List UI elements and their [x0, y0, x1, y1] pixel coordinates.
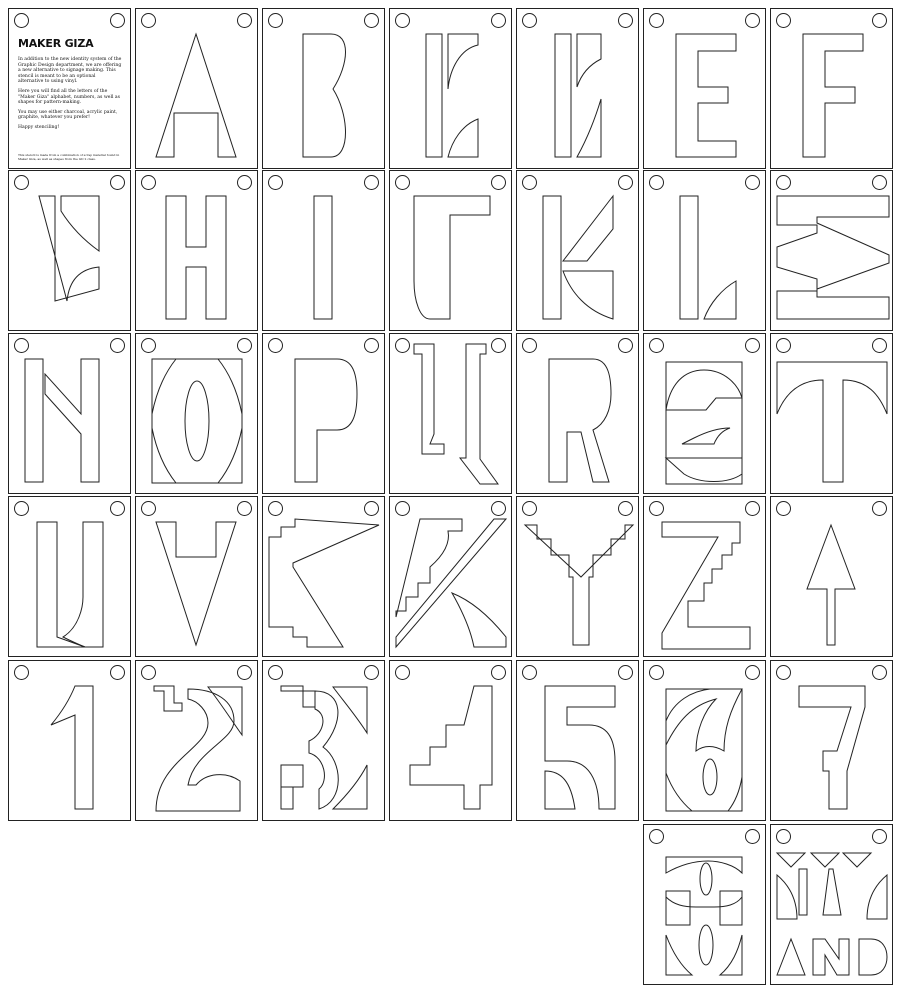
stencil-glyph-2	[153, 685, 243, 812]
stencil-glyph-3	[280, 685, 368, 810]
stencil-card-c	[389, 8, 512, 169]
stencil-card-l	[643, 170, 766, 331]
stencil-glyph-y	[523, 524, 635, 646]
stencil-card-k	[516, 170, 639, 331]
stencil-glyph-5	[544, 685, 616, 810]
stencil-glyph-6	[665, 688, 743, 812]
stencil-glyph-t	[776, 361, 888, 483]
stencil-glyph-v	[155, 521, 237, 647]
stencil-glyph-z	[661, 521, 751, 650]
stencil-card-q	[389, 333, 512, 494]
stencil-card-2	[135, 660, 258, 821]
punch-hole	[14, 13, 29, 28]
stencil-glyph-4	[409, 685, 493, 810]
info-card: MAKER GIZA In addition to the new identi…	[8, 8, 131, 169]
stencil-glyph-f	[802, 33, 864, 158]
stencil-glyph-s	[664, 361, 743, 485]
stencil-card-o	[135, 333, 258, 494]
stencil-glyph-i	[313, 195, 333, 320]
stencil-card-w	[262, 496, 385, 657]
stencil-card-7	[770, 660, 893, 821]
punch-hole	[110, 13, 125, 28]
stencil-card-f	[770, 8, 893, 169]
stencil-card-5	[516, 660, 639, 821]
stencil-card-n	[8, 333, 131, 494]
materials-paragraph: You may use either charcoal, acrylic pai…	[18, 109, 118, 121]
stencil-glyph-1	[50, 685, 94, 810]
stencil-card-h	[135, 170, 258, 331]
stencil-card-s	[643, 333, 766, 494]
stencil-card-j	[389, 170, 512, 331]
stencil-glyph-j	[413, 195, 491, 320]
stencil-glyph-8	[665, 856, 743, 976]
stencil-glyph-u	[36, 521, 104, 648]
stencil-card-1	[8, 660, 131, 821]
stencil-glyph-n	[24, 358, 100, 483]
stencil-glyph-b	[302, 33, 346, 158]
stencil-card-b	[262, 8, 385, 169]
stencil-card-r	[516, 333, 639, 494]
stencil-glyph-p	[294, 358, 358, 483]
arrow-up-icon	[806, 523, 856, 646]
stencil-glyph-k	[542, 194, 614, 320]
stencil-card-z	[643, 496, 766, 657]
stencil-glyph-x	[395, 518, 508, 649]
stencil-card-g	[8, 170, 131, 331]
stencil-glyph-c	[425, 33, 479, 158]
stencil-glyph-e	[675, 33, 737, 158]
stencil-card-e	[643, 8, 766, 169]
stencil-glyph-m	[776, 195, 890, 320]
stencil-card-u	[8, 496, 131, 657]
stencil-card-d	[516, 8, 639, 169]
stencil-glyph-q	[413, 343, 499, 485]
fine-print: This stencil is made from a combination …	[18, 153, 120, 162]
stencil-card-i	[262, 170, 385, 331]
stencil-glyph-d	[554, 33, 602, 158]
stencil-glyph-7	[798, 685, 866, 810]
stencil-card-t	[770, 333, 893, 494]
signoff-paragraph: Happy stenciling!	[18, 124, 60, 130]
stencil-card-v	[135, 496, 258, 657]
stencil-card-6	[643, 660, 766, 821]
stencil-title: MAKER GIZA	[18, 37, 94, 50]
stencil-glyph-g	[38, 195, 100, 302]
stencil-card-p	[262, 333, 385, 494]
stencil-card-x	[389, 496, 512, 657]
stencil-glyph-a	[155, 32, 237, 158]
contents-paragraph: Here you will find all the letters of th…	[18, 88, 120, 106]
stencil-card-arrow	[770, 496, 893, 657]
stencil-card-8	[643, 824, 766, 985]
stencil-glyph-w	[268, 518, 380, 648]
stencil-card-m	[770, 170, 893, 331]
intro-paragraph: In addition to the new identity system o…	[18, 57, 122, 85]
stencil-glyph-o	[151, 358, 243, 484]
stencil-glyph-l	[679, 195, 737, 320]
stencil-glyph-r	[548, 358, 612, 483]
stencil-card-3	[262, 660, 385, 821]
stencil-card-y	[516, 496, 639, 657]
stencil-glyph-h	[165, 195, 227, 320]
stencil-glyph-m-and	[775, 852, 888, 976]
stencil-card-m-and	[770, 824, 893, 985]
stencil-card-4	[389, 660, 512, 821]
stencil-card-a	[135, 8, 258, 169]
